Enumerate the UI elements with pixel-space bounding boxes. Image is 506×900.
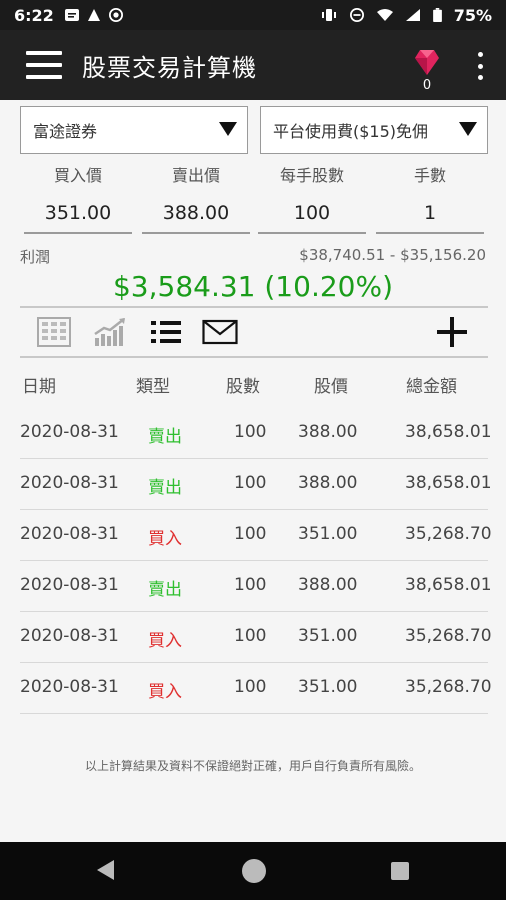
broker-select-value: 富途證券 <box>33 122 98 141</box>
table-row[interactable]: 2020-08-31 買入 100 351.00 35,268.70 <box>20 612 492 663</box>
back-icon[interactable] <box>97 860 114 880</box>
fee-plan-select-value: 平台使用費($15)免佣 <box>273 122 429 141</box>
gem-count: 0 <box>422 78 432 93</box>
table-row[interactable]: 2020-08-31 賣出 100 388.00 38,658.01 <box>20 408 492 459</box>
cell-date: 2020-08-31 <box>20 575 119 595</box>
cell-qty: 100 <box>234 524 267 544</box>
mail-icon[interactable] <box>202 316 238 348</box>
signal-icon <box>405 9 420 21</box>
cell-qty: 100 <box>234 575 267 595</box>
cell-type: 買入 <box>148 631 182 651</box>
dropdown-arrow-icon <box>219 122 237 136</box>
cell-total: 35,268.70 <box>405 626 492 646</box>
column-header-total: 總金額 <box>406 377 457 397</box>
lot-size-input[interactable]: 100 <box>258 198 366 234</box>
cell-price: 388.00 <box>298 422 358 442</box>
app-notification-icon <box>87 9 100 21</box>
cell-total: 35,268.70 <box>405 524 492 544</box>
table-row[interactable]: 2020-08-31 賣出 100 388.00 38,658.01 <box>20 459 492 510</box>
column-header-date: 日期 <box>22 377 56 397</box>
app-title: 股票交易計算機 <box>82 53 257 82</box>
wifi-icon <box>376 9 393 21</box>
cell-date: 2020-08-31 <box>20 677 119 697</box>
fee-plan-select[interactable]: 平台使用費($15)免佣 <box>260 106 488 154</box>
menu-icon[interactable] <box>26 51 62 79</box>
cell-price: 388.00 <box>298 575 358 595</box>
cell-total: 38,658.01 <box>405 575 492 595</box>
cell-total: 35,268.70 <box>405 677 492 697</box>
cell-type: 買入 <box>148 682 182 702</box>
status-bar: 6:22 75% <box>0 0 506 30</box>
profit-range: $38,740.51 - $35,156.20 <box>299 246 486 264</box>
cell-type: 賣出 <box>148 580 182 600</box>
app-bar: 股票交易計算機 0 <box>0 30 506 100</box>
cell-price: 351.00 <box>298 524 358 544</box>
cell-total: 38,658.01 <box>405 422 492 442</box>
cell-qty: 100 <box>234 626 267 646</box>
home-icon[interactable] <box>242 859 266 883</box>
divider <box>20 306 488 308</box>
table-row[interactable]: 2020-08-31 賣出 100 388.00 38,658.01 <box>20 561 492 612</box>
vpn-icon <box>108 8 123 22</box>
cell-date: 2020-08-31 <box>20 524 119 544</box>
cell-type: 賣出 <box>148 478 182 498</box>
dnd-icon <box>349 8 364 22</box>
gem-button[interactable]: 0 <box>410 48 444 96</box>
cell-price: 351.00 <box>298 677 358 697</box>
cell-date: 2020-08-31 <box>20 422 119 442</box>
lots-label: 手數 <box>413 166 446 185</box>
cell-qty: 100 <box>234 422 267 442</box>
cell-type: 賣出 <box>148 427 182 447</box>
table-row[interactable]: 2020-08-31 買入 100 351.00 35,268.70 <box>20 510 492 561</box>
vibrate-icon <box>321 9 336 21</box>
column-header-qty: 股數 <box>226 377 260 397</box>
table-row[interactable]: 2020-08-31 買入 100 351.00 35,268.70 <box>20 663 492 714</box>
sell-price-label: 賣出價 <box>171 166 220 185</box>
profit-value: $3,584.31 (10.20%) <box>112 270 393 303</box>
status-time: 6:22 <box>14 5 54 25</box>
column-header-price: 股價 <box>314 377 348 397</box>
cell-type: 買入 <box>148 529 182 549</box>
cell-date: 2020-08-31 <box>20 473 119 493</box>
more-options-icon[interactable] <box>470 52 490 80</box>
lots-input[interactable]: 1 <box>376 198 484 234</box>
column-header-type: 類型 <box>136 377 170 397</box>
dropdown-arrow-icon <box>459 122 477 136</box>
buy-price-label: 買入價 <box>53 166 102 185</box>
cell-date: 2020-08-31 <box>20 626 119 646</box>
broker-select[interactable]: 富途證券 <box>20 106 248 154</box>
sell-price-input[interactable]: 388.00 <box>142 198 250 234</box>
battery-icon <box>432 8 442 22</box>
cell-total: 38,658.01 <box>405 473 492 493</box>
cell-qty: 100 <box>234 677 267 697</box>
cell-price: 351.00 <box>298 626 358 646</box>
list-icon[interactable] <box>148 316 184 348</box>
chart-icon[interactable] <box>92 316 128 348</box>
battery-percent: 75% <box>453 5 492 25</box>
cell-price: 388.00 <box>298 473 358 493</box>
add-icon[interactable] <box>434 316 470 348</box>
disclaimer: 以上計算結果及資料不保證絕對正確，用戶自行負責所有風險。 <box>84 759 421 773</box>
calculator-icon[interactable] <box>36 316 72 348</box>
buy-price-input[interactable]: 351.00 <box>24 198 132 234</box>
gem-icon <box>415 50 439 75</box>
message-icon <box>64 9 79 21</box>
recents-icon[interactable] <box>391 862 409 880</box>
cell-qty: 100 <box>234 473 267 493</box>
profit-label: 利潤 <box>20 248 51 266</box>
divider <box>20 356 488 358</box>
navigation-bar <box>0 842 506 900</box>
lot-size-label: 每手股數 <box>279 166 344 185</box>
